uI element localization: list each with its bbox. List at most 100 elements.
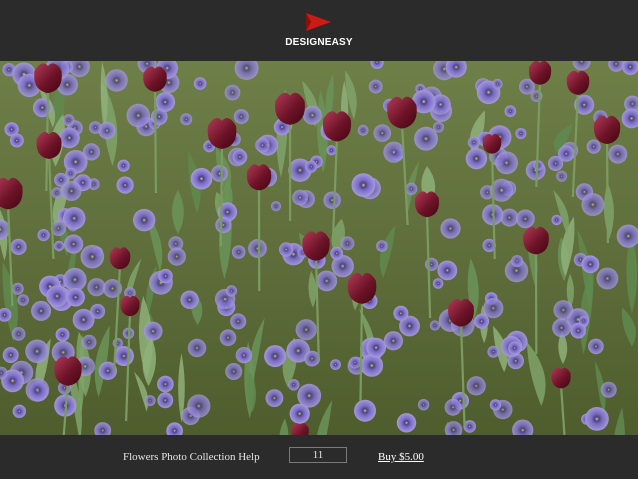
pansy	[376, 240, 388, 252]
pansy	[373, 124, 392, 142]
pansy	[155, 92, 176, 112]
pansy	[305, 160, 318, 173]
pansy	[467, 136, 480, 149]
pansy	[215, 216, 232, 234]
tulips-and-pansies-photo	[0, 61, 638, 435]
pansy	[25, 339, 49, 364]
pansy	[231, 245, 246, 259]
pansy	[133, 208, 156, 232]
pansy	[292, 189, 308, 206]
pansy	[55, 327, 70, 342]
pansy	[354, 399, 376, 422]
pansy	[340, 236, 355, 251]
pansy	[500, 208, 519, 227]
pansy	[180, 290, 199, 309]
pansy	[158, 268, 173, 284]
pansy	[53, 240, 65, 252]
pansy	[556, 170, 568, 182]
pansy	[64, 234, 84, 254]
pansy	[232, 149, 248, 165]
photo-illustration	[0, 61, 638, 435]
pansy	[429, 320, 440, 331]
pansy	[533, 160, 544, 171]
pansy	[585, 407, 609, 431]
brand-logo-text[interactable]: DESIGNEASY	[0, 37, 638, 48]
pansy	[483, 298, 504, 319]
pansy	[63, 267, 87, 292]
pansy	[383, 331, 403, 351]
buy-link[interactable]: Buy $5.00	[378, 451, 424, 463]
pansy	[265, 389, 284, 407]
pansy	[295, 319, 317, 341]
pansy	[586, 139, 601, 154]
pansy	[180, 113, 193, 126]
pansy	[25, 378, 50, 402]
pansy	[581, 193, 605, 217]
pansy	[10, 238, 27, 255]
pansy	[349, 356, 361, 369]
pansy	[116, 176, 134, 194]
pansy	[32, 98, 52, 118]
pansy	[230, 313, 247, 330]
pansy	[551, 214, 562, 226]
pansy	[224, 84, 241, 101]
pansy	[396, 413, 417, 433]
pansy	[65, 167, 77, 179]
pansy	[465, 147, 488, 170]
pansy	[225, 285, 238, 297]
pansy	[11, 327, 26, 341]
pansy	[326, 145, 337, 156]
pansy	[552, 318, 571, 338]
pansy	[495, 151, 518, 175]
red-triangle-flag-icon	[306, 13, 331, 31]
pansy	[466, 376, 486, 396]
pansy	[316, 270, 338, 292]
page-number-field[interactable]: 11	[289, 447, 347, 463]
pansy	[89, 121, 102, 134]
pansy	[117, 159, 130, 172]
pansy	[270, 201, 282, 212]
pansy	[297, 383, 322, 408]
tulip-stem	[219, 143, 224, 247]
pansy	[440, 218, 461, 239]
pansy	[474, 313, 490, 329]
pansy	[487, 345, 500, 358]
pansy	[425, 257, 439, 271]
pansy	[144, 395, 156, 407]
pansy	[143, 321, 163, 341]
collection-title[interactable]: Flowers Photo Collection Help	[123, 451, 260, 463]
pansy	[414, 126, 438, 151]
pansy	[264, 345, 287, 368]
pansy	[31, 300, 52, 321]
pansy	[37, 229, 50, 242]
pansy	[255, 137, 270, 153]
pansy	[323, 191, 341, 209]
pansy	[288, 379, 300, 391]
pansy	[2, 347, 19, 363]
pansy	[548, 155, 564, 172]
pansy	[489, 399, 501, 411]
pansy	[588, 338, 604, 355]
pansy	[248, 239, 267, 258]
pansy	[51, 187, 63, 199]
pansy	[511, 255, 524, 267]
pansy	[330, 359, 341, 370]
footer-bar: Flowers Photo Collection Help 11 Buy $5.…	[0, 435, 638, 479]
pansy	[62, 207, 86, 230]
tulip-stem	[605, 139, 610, 244]
pansy	[126, 103, 151, 128]
pansy	[62, 114, 75, 126]
pansy	[383, 141, 405, 163]
pansy	[504, 105, 517, 117]
pansy	[608, 144, 628, 164]
pansy	[393, 305, 409, 321]
pansy	[105, 69, 128, 92]
pansy	[235, 347, 253, 364]
pansy	[508, 341, 522, 355]
pansy	[432, 278, 444, 289]
pansy	[10, 133, 24, 148]
pansy	[17, 294, 29, 306]
pansy	[581, 255, 600, 274]
pansy	[578, 315, 589, 327]
pansy	[444, 398, 462, 416]
